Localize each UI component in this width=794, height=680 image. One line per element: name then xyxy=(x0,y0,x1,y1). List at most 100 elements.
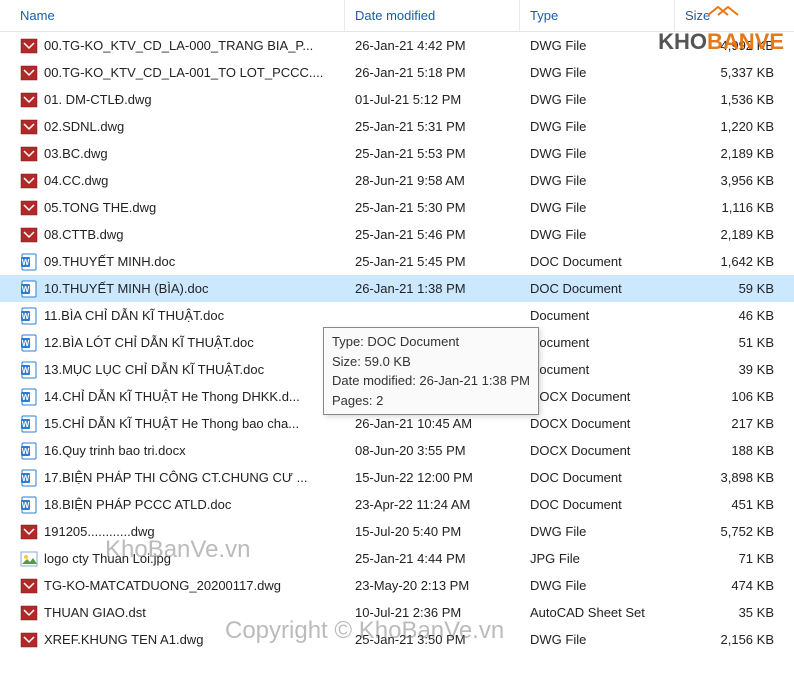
file-size-cell: 59 KB xyxy=(675,281,794,296)
file-name-cell[interactable]: TG-KO-MATCATDUONG_20200117.dwg xyxy=(0,577,345,595)
file-name-cell[interactable]: W 09.THUYẾT MINH.doc xyxy=(0,253,345,271)
svg-text:W: W xyxy=(22,312,30,321)
dwg-icon xyxy=(20,577,38,595)
docx-icon: W xyxy=(20,415,38,433)
file-date-cell: 25-Jan-21 5:46 PM xyxy=(345,227,520,242)
file-size-cell: 451 KB xyxy=(675,497,794,512)
file-date-cell: 25-Jan-21 3:50 PM xyxy=(345,632,520,647)
file-type-cell: DWG File xyxy=(520,119,675,134)
file-date-cell: 25-Jan-21 5:53 PM xyxy=(345,146,520,161)
file-name-cell[interactable]: 01. DM-CTLĐ.dwg xyxy=(0,91,345,109)
file-name-text: 17.BIỆN PHÁP THI CÔNG CT.CHUNG CƯ ... xyxy=(44,470,307,485)
file-name-cell[interactable]: 04.CC.dwg xyxy=(0,172,345,190)
svg-text:W: W xyxy=(22,393,30,402)
file-type-cell: JPG File xyxy=(520,551,675,566)
file-row[interactable]: 08.CTTB.dwg25-Jan-21 5:46 PMDWG File2,18… xyxy=(0,221,794,248)
file-row[interactable]: logo cty Thuan Loi.jpg25-Jan-21 4:44 PMJ… xyxy=(0,545,794,572)
file-date-cell: 01-Jul-21 5:12 PM xyxy=(345,92,520,107)
file-name-cell[interactable]: THUAN GIAO.dst xyxy=(0,604,345,622)
file-name-cell[interactable]: W12.BÌA LÓT CHỈ DẪN KĨ THUẬT.doc xyxy=(0,334,345,352)
column-header-name[interactable]: Name xyxy=(0,0,345,31)
file-name-text: 16.Quy trinh bao tri.docx xyxy=(44,443,186,458)
file-name-text: 13.MỤC LỤC CHỈ DẪN KĨ THUẬT.doc xyxy=(44,362,264,377)
file-name-cell[interactable]: W 11.BÌA CHỈ DẪN KĨ THUẬT.doc xyxy=(0,307,345,325)
file-tooltip: Type: DOC Document Size: 59.0 KB Date mo… xyxy=(323,327,539,415)
doc-icon: W xyxy=(20,469,38,487)
file-row[interactable]: 04.CC.dwg28-Jun-21 9:58 AMDWG File3,956 … xyxy=(0,167,794,194)
column-header-type[interactable]: Type xyxy=(520,0,675,31)
file-size-cell: 106 KB xyxy=(675,389,794,404)
file-row[interactable]: W18.BIỆN PHÁP PCCC ATLD.doc23-Apr-22 11:… xyxy=(0,491,794,518)
file-row[interactable]: W16.Quy trinh bao tri.docx08-Jun-20 3:55… xyxy=(0,437,794,464)
file-row[interactable]: 03.BC.dwg25-Jan-21 5:53 PMDWG File2,189 … xyxy=(0,140,794,167)
doc-icon: W xyxy=(20,253,38,271)
file-type-cell: DOC Document xyxy=(520,281,675,296)
file-row[interactable]: 191205............dwg15-Jul-20 5:40 PMDW… xyxy=(0,518,794,545)
svg-text:W: W xyxy=(22,501,30,510)
column-header-date[interactable]: Date modified xyxy=(345,0,520,31)
file-date-cell: 26-Jan-21 5:18 PM xyxy=(345,65,520,80)
file-name-cell[interactable]: 191205............dwg xyxy=(0,523,345,541)
file-name-text: 05.TONG THE.dwg xyxy=(44,200,156,215)
file-name-text: 02.SDNL.dwg xyxy=(44,119,124,134)
file-row[interactable]: THUAN GIAO.dst10-Jul-21 2:36 PMAutoCAD S… xyxy=(0,599,794,626)
svg-text:W: W xyxy=(22,420,30,429)
file-row[interactable]: 00.TG-KO_KTV_CD_LA-001_TO LOT_PCCC.... 26… xyxy=(0,59,794,86)
file-row[interactable]: 02.SDNL.dwg25-Jan-21 5:31 PMDWG File1,22… xyxy=(0,113,794,140)
file-row[interactable]: W11.BÌA CHỈ DẪN KĨ THUẬT.docDocument46 K… xyxy=(0,302,794,329)
file-row[interactable]: 05.TONG THE.dwg25-Jan-21 5:30 PMDWG File… xyxy=(0,194,794,221)
file-name-cell[interactable]: 08.CTTB.dwg xyxy=(0,226,345,244)
doc-icon: W xyxy=(20,334,38,352)
tooltip-date: Date modified: 26-Jan-21 1:38 PM xyxy=(332,371,530,391)
svg-text:W: W xyxy=(22,285,30,294)
file-date-cell: 25-Jan-21 5:30 PM xyxy=(345,200,520,215)
file-size-cell: 46 KB xyxy=(675,308,794,323)
file-date-cell: 10-Jul-21 2:36 PM xyxy=(345,605,520,620)
file-name-text: 11.BÌA CHỈ DẪN KĨ THUẬT.doc xyxy=(44,308,224,323)
file-size-cell: 39 KB xyxy=(675,362,794,377)
file-size-cell: 1,536 KB xyxy=(675,92,794,107)
file-name-cell[interactable]: 00.TG-KO_KTV_CD_LA-001_TO LOT_PCCC.... xyxy=(0,64,345,82)
file-date-cell: 26-Jan-21 4:42 PM xyxy=(345,38,520,53)
file-name-text: 00.TG-KO_KTV_CD_LA-001_TO LOT_PCCC.... xyxy=(44,65,323,80)
file-name-cell[interactable]: W16.Quy trinh bao tri.docx xyxy=(0,442,345,460)
file-name-text: 09.THUYẾT MINH.doc xyxy=(44,254,175,269)
file-name-cell[interactable]: W 17.BIỆN PHÁP THI CÔNG CT.CHUNG CƯ ... xyxy=(0,469,345,487)
file-name-cell[interactable]: 03.BC.dwg xyxy=(0,145,345,163)
file-name-cell[interactable]: W 13.MỤC LỤC CHỈ DẪN KĨ THUẬT.doc xyxy=(0,361,345,379)
file-size-cell: 3,956 KB xyxy=(675,173,794,188)
file-name-cell[interactable]: 02.SDNL.dwg xyxy=(0,118,345,136)
file-name-cell[interactable]: XREF.KHUNG TEN A1.dwg xyxy=(0,631,345,649)
file-row[interactable]: W 17.BIỆN PHÁP THI CÔNG CT.CHUNG CƯ ... 15… xyxy=(0,464,794,491)
file-size-cell: 1,116 KB xyxy=(675,200,794,215)
file-date-cell: 15-Jun-22 12:00 PM xyxy=(345,470,520,485)
file-type-cell: DWG File xyxy=(520,173,675,188)
file-row[interactable]: W10.THUYẾT MINH (BÌA).doc26-Jan-21 1:38 … xyxy=(0,275,794,302)
doc-icon: W xyxy=(20,361,38,379)
file-size-cell: 51 KB xyxy=(675,335,794,350)
file-type-cell: DWG File xyxy=(520,65,675,80)
file-type-cell: Document xyxy=(520,335,675,350)
svg-text:W: W xyxy=(22,339,30,348)
file-date-cell: 26-Jan-21 10:45 AM xyxy=(345,416,520,431)
file-type-cell: DWG File xyxy=(520,524,675,539)
file-name-cell[interactable]: W18.BIỆN PHÁP PCCC ATLD.doc xyxy=(0,496,345,514)
file-row[interactable]: 01. DM-CTLĐ.dwg01-Jul-21 5:12 PMDWG File… xyxy=(0,86,794,113)
file-name-text: 15.CHỈ DẪN KĨ THUẬT He Thong bao cha... xyxy=(44,416,299,431)
file-row[interactable]: W09.THUYẾT MINH.doc25-Jan-21 5:45 PMDOC … xyxy=(0,248,794,275)
dwg-icon xyxy=(20,118,38,136)
file-row[interactable]: TG-KO-MATCATDUONG_20200117.dwg23-May-20 … xyxy=(0,572,794,599)
dwg-icon xyxy=(20,145,38,163)
file-name-cell[interactable]: W10.THUYẾT MINH (BÌA).doc xyxy=(0,280,345,298)
file-name-cell[interactable]: logo cty Thuan Loi.jpg xyxy=(0,550,345,568)
file-name-cell[interactable]: W 15.CHỈ DẪN KĨ THUẬT He Thong bao cha... xyxy=(0,415,345,433)
file-name-cell[interactable]: 00.TG-KO_KTV_CD_LA-000_TRANG BIA_P... xyxy=(0,37,345,55)
file-name-cell[interactable]: W14.CHỈ DẪN KĨ THUẬT He Thong DHKK.d... xyxy=(0,388,345,406)
file-name-cell[interactable]: 05.TONG THE.dwg xyxy=(0,199,345,217)
file-size-cell: 1,642 KB xyxy=(675,254,794,269)
file-type-cell: DWG File xyxy=(520,92,675,107)
file-row[interactable]: XREF.KHUNG TEN A1.dwg25-Jan-21 3:50 PMDW… xyxy=(0,626,794,653)
dwg-icon xyxy=(20,226,38,244)
file-name-text: 08.CTTB.dwg xyxy=(44,227,123,242)
file-name-text: XREF.KHUNG TEN A1.dwg xyxy=(44,632,203,647)
